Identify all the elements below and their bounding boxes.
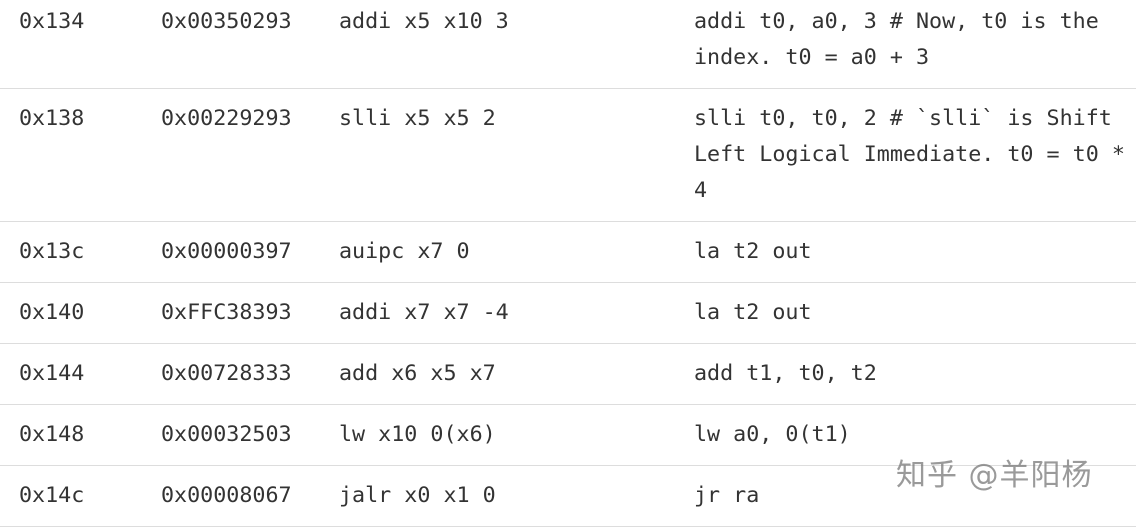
table-row: 0x13c 0x00000397 auipc x7 0 la t2 out [0,222,1136,283]
basic-code-cell: jalr x0 x1 0 [339,483,496,508]
table-row: 0x140 0xFFC38393 addi x7 x7 -4 la t2 out [0,283,1136,344]
source-code-cell: addi t0, a0, 3 # Now, t0 is the index. t… [694,9,1099,70]
watermark: 知乎 @羊阳杨 [896,458,1093,493]
basic-code-cell: addi x7 x7 -4 [339,300,509,325]
table-row: 0x144 0x00728333 add x6 x5 x7 add t1, t0, t… [0,344,1136,405]
machine-code-cell: 0x00350293 [161,9,292,34]
machine-code-cell: 0x00000397 [161,239,292,264]
basic-code-cell: addi x5 x10 3 [339,9,509,34]
basic-code-cell: auipc x7 0 [339,239,470,264]
address-cell: 0x148 [19,422,85,447]
source-code-cell: la t2 out [694,300,812,325]
code-table: 0x134 0x00350293 addi x5 x10 3 addi t0, a0,… [0,0,1136,527]
basic-code-cell: add x6 x5 x7 [339,361,496,386]
basic-code-cell: slli x5 x5 2 [339,106,496,131]
source-code-cell: la t2 out [694,239,812,264]
address-cell: 0x140 [19,300,85,325]
machine-code-cell: 0xFFC38393 [161,300,292,325]
machine-code-cell: 0x00008067 [161,483,292,508]
address-cell: 0x13c [19,239,85,264]
table-row: 0x134 0x00350293 addi x5 x10 3 addi t0, a0,… [0,0,1136,89]
table-row: 0x138 0x00229293 slli x5 x5 2 slli t0, t0, … [0,89,1136,222]
machine-code-cell: 0x00229293 [161,106,292,131]
machine-code-cell: 0x00728333 [161,361,292,386]
basic-code-cell: lw x10 0(x6) [339,422,496,447]
source-code-cell: slli t0, t0, 2 # `slli` is Shift Left Lo… [694,106,1125,203]
address-cell: 0x144 [19,361,85,386]
address-cell: 0x134 [19,9,85,34]
source-code-cell: add t1, t0, t2 [694,361,877,386]
address-cell: 0x138 [19,106,85,131]
address-cell: 0x14c [19,483,85,508]
machine-code-cell: 0x00032503 [161,422,292,447]
